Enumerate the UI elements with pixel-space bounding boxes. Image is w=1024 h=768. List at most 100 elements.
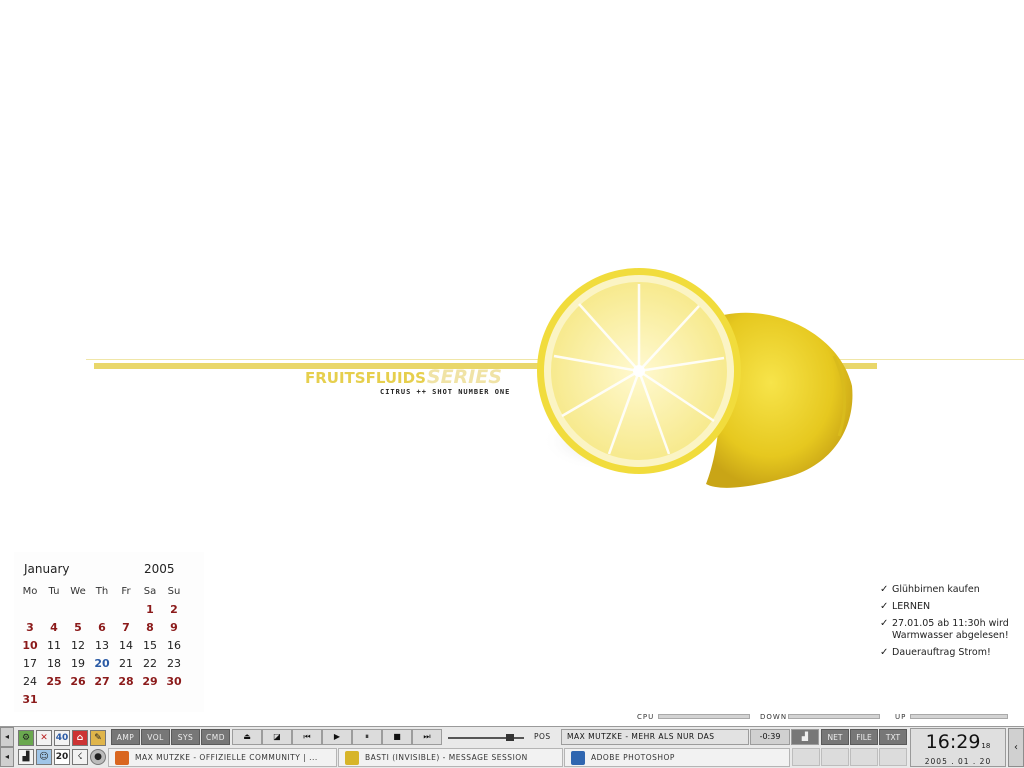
runner-icon[interactable]: ☇	[72, 749, 88, 765]
collapse-chevron-icon[interactable]: ‹	[1008, 728, 1024, 767]
calendar-day[interactable]: 3	[18, 620, 42, 636]
next-button-icon[interactable]: ⏭	[412, 729, 442, 745]
calendar-day[interactable]: 6	[90, 620, 114, 636]
calendar-day[interactable]: 1	[138, 602, 162, 618]
lemon-image	[537, 268, 853, 488]
calendar-day[interactable]: 7	[114, 620, 138, 636]
taskbar: ◂ ◂ ⚙ ✕ 40 ⌂ ✎ ▟ ☺ 20 ☇ ● AMP VOL SYS CMD ⏏…	[0, 726, 1024, 768]
todo-list: ✓ Glühbirnen kaufen ✓ LERNEN ✓ 27.01.05 ab 11…	[880, 584, 1020, 664]
calendar-day[interactable]: 26	[66, 674, 90, 690]
todo-item[interactable]: ✓ 27.01.05 ab 11:30h wird Warmwasser abge…	[880, 618, 1020, 642]
player-tab-vol[interactable]: VOL	[141, 729, 170, 745]
wallpaper-brand: FRUITSFLUIDSSERIES	[305, 366, 502, 388]
chart-icon[interactable]: ▟	[18, 749, 34, 765]
todo-item-text: 27.01.05 ab 11:30h wird Warmwasser abgel…	[892, 618, 1009, 641]
prev-button-icon[interactable]: ⏮	[292, 729, 322, 745]
calendar-weekday: Sa	[143, 586, 157, 597]
counter-icon[interactable]: 40	[54, 730, 70, 746]
calendar-day[interactable]: 4	[42, 620, 66, 636]
calendar-day[interactable]: 11	[42, 638, 66, 654]
calendar-day[interactable]: 9	[162, 620, 186, 636]
todo-item-text: Dauerauftrag Strom!	[892, 647, 991, 658]
taskbar-scroll-left-top-icon[interactable]: ◂	[0, 727, 14, 747]
eject-button-icon[interactable]: ⏏	[232, 729, 262, 745]
task-button[interactable]: BASTI (INVISIBLE) - MESSAGE SESSION	[338, 748, 563, 767]
clock[interactable]: 16:2918 2005 . 01 . 20	[910, 728, 1006, 767]
home-icon[interactable]: ⌂	[72, 730, 88, 746]
player-tab-cmd[interactable]: CMD	[201, 729, 230, 745]
mail-error-icon[interactable]: ✕	[36, 730, 52, 746]
calendar-day[interactable]: 13	[90, 638, 114, 654]
calendar-widget: January 2005 Mo Tu We Th Fr Sa Su 1 2 3 4 5 6 7 8 9 10 11…	[14, 552, 204, 712]
globe-icon[interactable]: ●	[90, 749, 106, 765]
calendar-day[interactable]: 23	[162, 656, 186, 672]
task-label: BASTI (INVISIBLE) - MESSAGE SESSION	[365, 753, 528, 762]
todo-item-text: Glühbirnen kaufen	[892, 584, 980, 595]
network-icon[interactable]: ⚙	[18, 730, 34, 746]
calendar-day[interactable]: 17	[18, 656, 42, 672]
calendar-month: January	[24, 562, 70, 576]
task-button[interactable]: MAX MUTZKE - OFFIZIELLE COMMUNITY | ...	[108, 748, 337, 767]
calendar-day[interactable]: 29	[138, 674, 162, 690]
tray-slot[interactable]	[879, 748, 907, 766]
calendar-day[interactable]: 5	[66, 620, 90, 636]
calendar-day[interactable]: 18	[42, 656, 66, 672]
pause-button-icon[interactable]: ⏸	[352, 729, 382, 745]
taskbar-scroll-left-bottom-icon[interactable]: ◂	[0, 747, 14, 767]
calendar-day[interactable]: 19	[66, 656, 90, 672]
photoshop-icon	[571, 751, 585, 765]
position-slider-knob[interactable]	[506, 734, 515, 741]
calendar-day[interactable]: 8	[138, 620, 162, 636]
cpu-meter-bar	[658, 714, 750, 719]
tray-slot[interactable]	[850, 748, 878, 766]
calendar-year: 2005	[144, 562, 175, 576]
checkmark-icon: ✓	[880, 584, 889, 595]
calendar-day[interactable]: 30	[162, 674, 186, 690]
calendar-day[interactable]: 2	[162, 602, 186, 618]
calendar-day[interactable]: 14	[114, 638, 138, 654]
up-meter-bar	[910, 714, 1008, 719]
open-button-icon[interactable]: ◪	[262, 729, 292, 745]
calendar-day	[66, 602, 90, 618]
calendar-weekday: Tu	[48, 586, 60, 597]
todo-item[interactable]: ✓ Dauerauftrag Strom!	[880, 647, 1020, 659]
sys-button-file[interactable]: FILE	[850, 729, 878, 745]
tray-slot[interactable]	[821, 748, 849, 766]
time-remaining-display[interactable]: -0:39	[750, 729, 790, 745]
sys-button-txt[interactable]: TXT	[879, 729, 907, 745]
calendar-day[interactable]: 21	[114, 656, 138, 672]
calendar-day-icon[interactable]: 20	[54, 749, 70, 765]
calendar-day[interactable]: 20	[90, 656, 114, 672]
todo-item[interactable]: ✓ LERNEN	[880, 601, 1020, 613]
calendar-day[interactable]: 24	[18, 674, 42, 690]
song-title-display: MAX MUTZKE - MEHR ALS NUR DAS	[561, 729, 749, 745]
brand-main-text: FRUITSFLUIDS	[305, 369, 426, 387]
tools-icon[interactable]: ✎	[90, 730, 106, 746]
calendar-day[interactable]: 16	[162, 638, 186, 654]
calendar-day[interactable]: 22	[138, 656, 162, 672]
calendar-day[interactable]: 31	[18, 692, 42, 708]
calendar-day[interactable]: 10	[18, 638, 42, 654]
calendar-day[interactable]: 15	[138, 638, 162, 654]
clock-seconds: 18	[981, 742, 991, 750]
user-icon[interactable]: ☺	[36, 749, 52, 765]
firefox-icon	[115, 751, 129, 765]
tray-slot[interactable]	[792, 748, 820, 766]
calendar-day[interactable]: 28	[114, 674, 138, 690]
play-button-icon[interactable]: ▶	[322, 729, 352, 745]
calendar-day	[90, 602, 114, 618]
player-tab-sys[interactable]: SYS	[171, 729, 200, 745]
player-tab-amp[interactable]: AMP	[111, 729, 140, 745]
calendar-day[interactable]: 27	[90, 674, 114, 690]
calendar-day	[42, 602, 66, 618]
calendar-day[interactable]: 25	[42, 674, 66, 690]
stop-button-icon[interactable]: ■	[382, 729, 412, 745]
task-button[interactable]: ADOBE PHOTOSHOP	[564, 748, 790, 767]
layout-toggle-icon[interactable]: ▟	[791, 729, 819, 745]
clock-date: 2005 . 01 . 20	[924, 757, 992, 766]
todo-item[interactable]: ✓ Glühbirnen kaufen	[880, 584, 1020, 596]
calendar-day[interactable]: 12	[66, 638, 90, 654]
position-label: POS	[534, 732, 551, 741]
sys-button-net[interactable]: NET	[821, 729, 849, 745]
checkmark-icon: ✓	[880, 601, 889, 612]
